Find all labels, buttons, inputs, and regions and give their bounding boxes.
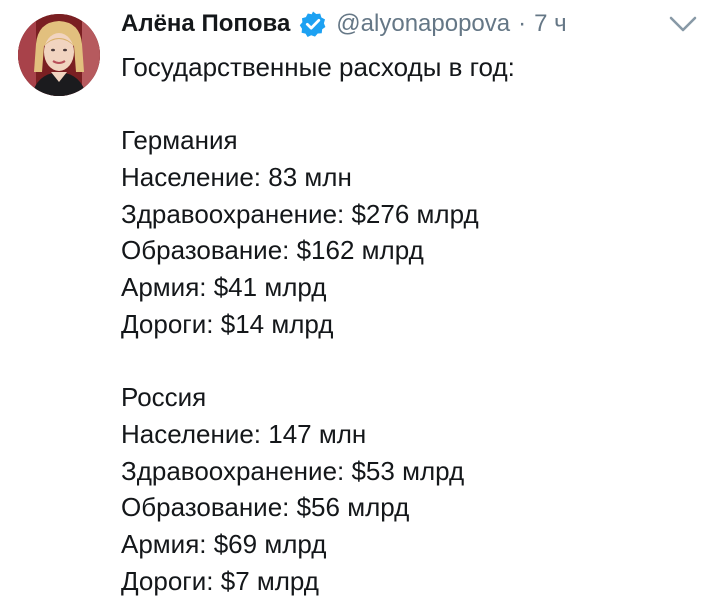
army-line: Армия: $69 млрд	[121, 528, 327, 559]
roads-line: Дороги: $7 млрд	[121, 565, 319, 596]
header-separator: ·	[518, 10, 527, 37]
author-name[interactable]: Алёна Попова	[121, 10, 290, 38]
verified-badge-icon	[299, 10, 327, 38]
education-line: Образование: $162 млрд	[121, 235, 424, 266]
chevron-down-icon[interactable]	[668, 13, 698, 35]
tweet-intro: Государственные расходы в год:	[121, 52, 515, 82]
tweet-timestamp[interactable]: 7 ч	[534, 10, 567, 38]
author-avatar[interactable]	[18, 14, 100, 96]
education-line: Образование: $56 млрд	[121, 492, 410, 523]
tweet-header: Алёна Попова @alyonapopova · 7 ч	[121, 7, 567, 41]
author-handle[interactable]: @alyonapopova	[336, 10, 510, 38]
user-avatar-photo	[18, 14, 100, 96]
population-line: Население: 83 млн	[121, 162, 352, 193]
army-line: Армия: $41 млрд	[121, 272, 327, 303]
tweet-card: Алёна Попова @alyonapopova · 7 ч Государ…	[0, 0, 720, 607]
country-name: Германия	[121, 125, 238, 156]
population-line: Население: 147 млн	[121, 418, 367, 449]
healthcare-line: Здравоохранение: $276 млрд	[121, 198, 479, 229]
tweet-text: Государственные расходы в год: Германия …	[121, 49, 701, 599]
roads-line: Дороги: $14 млрд	[121, 308, 334, 339]
country-name: Россия	[121, 382, 207, 413]
healthcare-line: Здравоохранение: $53 млрд	[121, 455, 465, 486]
